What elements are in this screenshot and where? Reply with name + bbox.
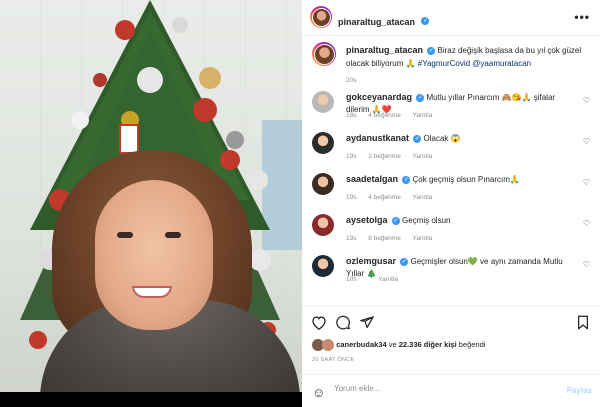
bookmark-icon[interactable]: [576, 315, 590, 330]
comments-list[interactable]: pinaraltug_atacan ✓ Biraz değişik başlas…: [302, 37, 600, 305]
liker-username[interactable]: canerbudak34: [336, 340, 386, 349]
comment-time: 19s: [346, 194, 357, 201]
comment-avatar[interactable]: [312, 132, 334, 154]
verified-badge-icon: ✓: [416, 93, 425, 102]
comment-reply-button[interactable]: Yanıtla: [413, 153, 433, 160]
verified-badge-icon: ✓: [427, 46, 436, 55]
comment-username[interactable]: ozlemgusar: [346, 256, 396, 266]
person-smile: [132, 286, 172, 298]
verified-badge-icon: ✓: [413, 134, 422, 143]
comment-reply-button[interactable]: Yanıtla: [413, 235, 433, 242]
post-header: pinaraltug_atacan ✓ •••: [302, 0, 600, 36]
comment-like-count[interactable]: 4 beğenme: [368, 112, 401, 119]
comment-meta: 18s 4 beğenme Yanıtla: [346, 112, 442, 119]
emoji-icon[interactable]: ☺: [312, 385, 325, 400]
caption-text: pinaraltug_atacan ✓ Biraz değişik başlas…: [346, 44, 586, 87]
comment-body: Geçmiş olsun: [402, 216, 451, 225]
verified-badge-icon: ✓: [391, 216, 400, 225]
comment-meta: 19s 4 beğenme Yanıtla: [346, 194, 442, 201]
person-left-eye: [117, 232, 133, 238]
comment-avatar[interactable]: [312, 214, 334, 236]
comment-meta: 19s 2 beğenme Yanıtla: [346, 153, 442, 160]
heart-icon[interactable]: ♡: [583, 260, 590, 269]
author-avatar[interactable]: [310, 6, 332, 28]
verified-badge-icon: ✓: [421, 16, 430, 25]
comment-meta: 19s 8 beğenme Yanıtla: [346, 235, 442, 242]
more-icon[interactable]: •••: [574, 10, 590, 24]
add-comment-bar: ☺ Paylaş: [302, 374, 600, 407]
comment-time: 19s: [346, 153, 357, 160]
author-name-row: pinaraltug_atacan ✓: [338, 12, 430, 30]
comment-text: aysetolga ✓ Geçmiş olsun: [346, 214, 578, 227]
person-right-eye: [165, 232, 181, 238]
caption-avatar[interactable]: [312, 42, 336, 66]
author-username[interactable]: pinaraltug_atacan: [338, 17, 415, 27]
heart-icon[interactable]: ♡: [583, 219, 590, 228]
post-timestamp[interactable]: 20 SAAT ÖNCE: [312, 357, 355, 363]
post-comment-button[interactable]: Paylaş: [567, 386, 592, 395]
comment-time: 18s: [346, 112, 357, 119]
comment-username[interactable]: aysetolga: [346, 215, 388, 225]
likes-count[interactable]: 22.336 diğer kişi: [399, 340, 457, 349]
likes-suffix: beğendi: [456, 339, 486, 349]
comment-username[interactable]: gokceyanardag: [346, 92, 412, 102]
comment-username[interactable]: saadetalgan: [346, 174, 398, 184]
verified-badge-icon: ✓: [400, 257, 409, 266]
caption-time: 20s: [346, 77, 357, 84]
comment-body: Çok geçmiş olsun Pınarcım🙏: [412, 175, 520, 184]
post-photo[interactable]: [0, 0, 302, 392]
caption-hashtags[interactable]: #YagmurCovid @yaamuratacan: [418, 59, 531, 68]
comment-input[interactable]: [334, 384, 554, 393]
comment-avatar[interactable]: [312, 91, 334, 113]
comment-text: saadetalgan ✓ Çok geçmiş olsun Pınarcım🙏: [346, 173, 578, 186]
heart-icon[interactable]: ♡: [583, 96, 590, 105]
comment-like-count[interactable]: 4 beğenme: [368, 194, 401, 201]
comment-reply-button[interactable]: Yanıtla: [413, 112, 433, 119]
heart-icon[interactable]: ♡: [583, 137, 590, 146]
comment-reply-button[interactable]: Yanıtla: [413, 194, 433, 201]
comment-text: aydanustkanat ✓ Olacak 😱: [346, 132, 578, 145]
comment-time: 10s: [346, 276, 357, 283]
comment-username[interactable]: aydanustkanat: [346, 133, 409, 143]
comment-icon[interactable]: [335, 315, 351, 330]
heart-icon[interactable]: [311, 315, 327, 330]
comment-avatar[interactable]: [312, 255, 334, 277]
comment-body: Olacak 😱: [423, 134, 461, 143]
comment-reply-button[interactable]: Yanıtla: [378, 276, 398, 283]
heart-icon[interactable]: ♡: [583, 178, 590, 187]
likes-connector: ve: [386, 339, 399, 349]
verified-badge-icon: ✓: [402, 175, 411, 184]
comment-avatar[interactable]: [312, 173, 334, 195]
action-bar: [302, 306, 600, 339]
comment-like-count[interactable]: 8 beğenme: [368, 235, 401, 242]
comment-time: 19s: [346, 235, 357, 242]
instagram-post: pinaraltug_atacan ✓ ••• pinaraltug_ataca…: [0, 0, 600, 407]
liker-avatar[interactable]: [322, 339, 335, 351]
comment-meta: 10s Yanıtla: [346, 276, 408, 283]
person-face: [95, 180, 213, 330]
share-icon[interactable]: [359, 315, 375, 330]
post-side-panel: pinaraltug_atacan ✓ ••• pinaraltug_ataca…: [302, 0, 600, 407]
likes-summary: canerbudak34 ve 22.336 diğer kişi beğend…: [312, 339, 485, 351]
caption-username[interactable]: pinaraltug_atacan: [346, 45, 423, 55]
comment-like-count[interactable]: 2 beğenme: [368, 153, 401, 160]
